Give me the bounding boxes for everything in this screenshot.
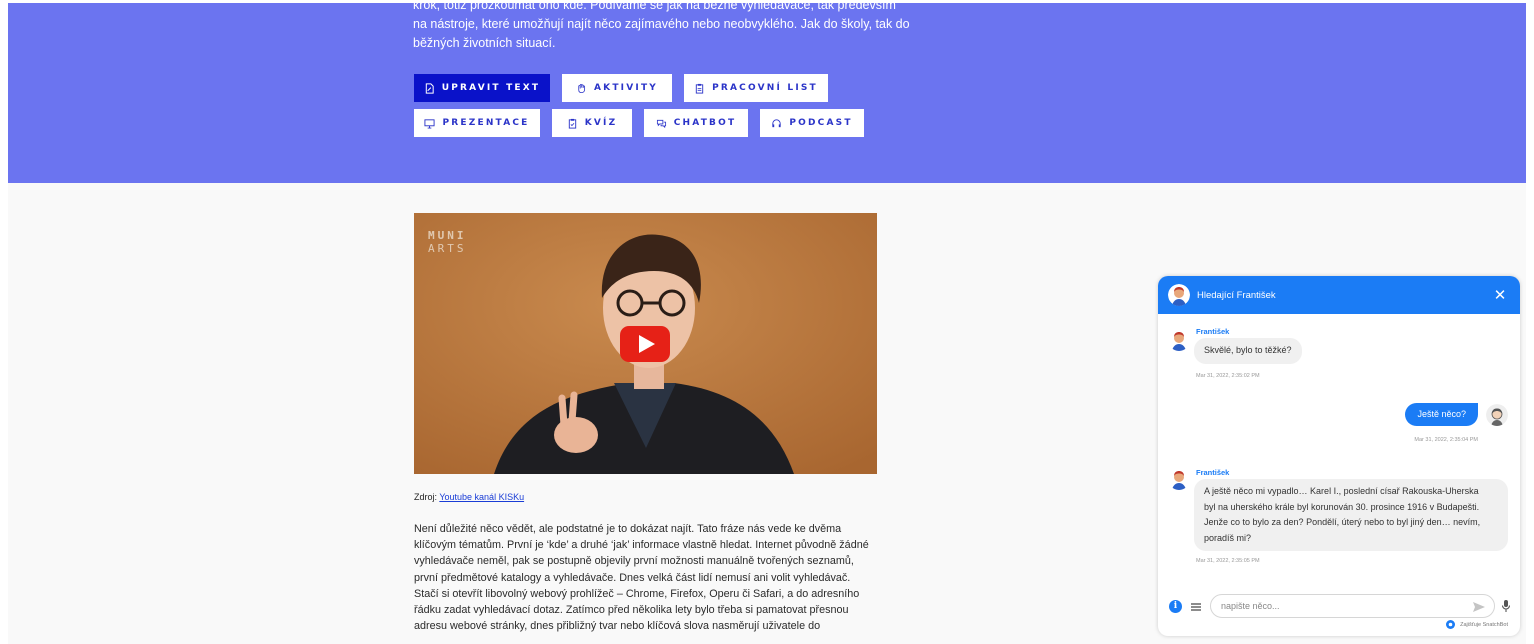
close-icon[interactable]: ✕: [1492, 287, 1508, 303]
chat-header: Hledající František ✕: [1158, 276, 1520, 314]
edit-doc-icon: [424, 82, 435, 94]
powered-by-text: Zajišťuje SnatchBot: [1460, 621, 1508, 628]
source-caption: Zdroj: Youtube kanál KISKu: [414, 492, 524, 502]
article-line: první předmětové katalogy a vyhledávače.…: [414, 571, 851, 584]
page: krok, totiž prozkoumat ono kde. Podíváme…: [0, 0, 1534, 644]
article-line: klíčovým tématům. První je ‘kde’ a druhé…: [414, 539, 869, 552]
message-timestamp: Mar 31, 2022, 2:35:02 PM: [1196, 373, 1260, 379]
microphone-icon[interactable]: [1501, 599, 1511, 613]
article-line: adresu webové stránky, dnes přibližný tv…: [414, 620, 821, 633]
quiz-label: KVÍZ: [584, 118, 618, 128]
chatbot-button[interactable]: CHATBOT: [644, 109, 748, 137]
muni-arts-logo: MUNI ARTS: [428, 229, 467, 255]
bot-avatar: [1168, 284, 1190, 306]
bot-avatar: [1168, 329, 1190, 351]
article-line: Není důležité něco vědět, ale podstatné …: [414, 523, 842, 535]
chat-bubbles-icon: [656, 118, 667, 129]
article-line: řádku zadat vyhledávací dotaz. Zatímco p…: [414, 604, 849, 617]
source-link[interactable]: Youtube kanál KISKu: [439, 492, 524, 502]
user-avatar: [1486, 404, 1508, 426]
activities-button[interactable]: AKTIVITY: [562, 74, 672, 102]
source-prefix: Zdroj:: [414, 492, 440, 502]
edit-text-button[interactable]: UPRAVIT TEXT: [414, 74, 550, 102]
hero-line: běžných životních situací.: [413, 36, 556, 50]
chat-title: Hledající František: [1197, 289, 1276, 301]
presentation-button[interactable]: PREZENTACE: [414, 109, 540, 137]
chatbot-label: CHATBOT: [673, 118, 737, 128]
play-button[interactable]: [620, 326, 670, 362]
menu-icon[interactable]: [1190, 600, 1202, 612]
podcast-label: PODCAST: [789, 118, 853, 128]
send-icon[interactable]: [1472, 600, 1486, 612]
logo-line: ARTS: [428, 242, 467, 255]
info-icon[interactable]: i: [1169, 600, 1182, 613]
presentation-label: PREZENTACE: [442, 118, 530, 128]
hero-line: krok, totiž prozkoumat ono kde. Podíváme…: [413, 0, 896, 12]
activities-label: AKTIVITY: [594, 83, 658, 93]
message-timestamp: Mar 31, 2022, 2:35:05 PM: [1196, 558, 1260, 564]
worksheet-label: PRACOVNÍ LIST: [712, 83, 818, 93]
quiz-button[interactable]: KVÍZ: [552, 109, 632, 137]
edit-text-label: UPRAVIT TEXT: [441, 83, 541, 93]
message-line: Jenže co to bylo za den? Pondělí, úterý …: [1204, 517, 1481, 527]
chatbot-widget: Hledající František ✕ František Skvělé, …: [1158, 276, 1520, 636]
message-line: A ještě něco mi vypadlo… Karel I., posle…: [1204, 486, 1479, 496]
bot-message: Skvělé, bylo to těžké?: [1194, 338, 1302, 364]
user-message: Ještě něco?: [1405, 403, 1478, 426]
podcast-button[interactable]: PODCAST: [760, 109, 864, 137]
clipboard-icon: [694, 83, 705, 94]
logo-line: MUNI: [428, 229, 467, 242]
bot-message: A ještě něco mi vypadlo… Karel I., posle…: [1194, 479, 1508, 551]
article-text: Není důležité něco vědět, ale podstatné …: [414, 521, 889, 634]
checklist-icon: [567, 118, 578, 129]
message-input[interactable]: [1210, 594, 1495, 618]
hero-line: na nástroje, které umožňují najít něco z…: [413, 17, 910, 31]
message-timestamp: Mar 31, 2022, 2:35:04 PM: [1414, 437, 1478, 443]
sender-name: František: [1196, 327, 1230, 336]
chat-input-row: i: [1158, 594, 1520, 620]
headphones-icon: [771, 118, 782, 129]
snatchbot-logo-icon: [1446, 620, 1456, 629]
message-line: byl na uherského krále byl korunován 30.…: [1204, 501, 1480, 512]
hero-description: krok, totiž prozkoumat ono kde. Podíváme…: [413, 0, 910, 53]
article-line: vyhledávače neměl, pak se postupně objev…: [414, 555, 854, 568]
message-line: poradíš mi?: [1204, 532, 1252, 543]
worksheet-button[interactable]: PRACOVNÍ LIST: [684, 74, 828, 102]
hand-icon: [576, 83, 587, 94]
video-player[interactable]: MUNI ARTS: [414, 213, 877, 474]
article-line: Stačí si otevřít libovolný webový prohlí…: [414, 587, 860, 600]
powered-by[interactable]: Zajišťuje SnatchBot: [1446, 620, 1508, 629]
monitor-icon: [424, 118, 436, 129]
bot-avatar: [1168, 468, 1190, 490]
sender-name: František: [1196, 468, 1230, 477]
